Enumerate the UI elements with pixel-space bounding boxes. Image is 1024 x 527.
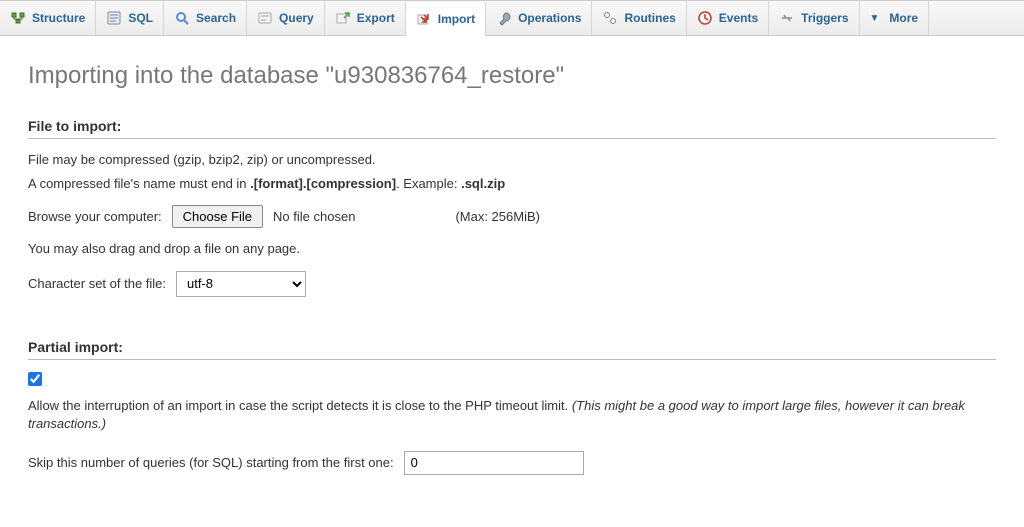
partial-section-title: Partial import:: [28, 339, 996, 360]
import-icon: [416, 11, 432, 27]
tab-events[interactable]: Events: [687, 1, 769, 35]
page-title: Importing into the database "u930836764_…: [28, 62, 996, 90]
tab-operations[interactable]: Operations: [486, 1, 592, 35]
browse-row: Browse your computer: Choose File No fil…: [28, 205, 996, 228]
tab-label: More: [889, 11, 918, 25]
search-icon: [174, 10, 190, 26]
triggers-icon: [779, 10, 795, 26]
charset-select[interactable]: utf-8: [176, 271, 306, 297]
name-note-mid: . Example:: [396, 176, 461, 191]
skip-label: Skip this number of queries (for SQL) st…: [28, 455, 394, 470]
tab-routines[interactable]: Routines: [592, 1, 686, 35]
allow-text-main: Allow the interruption of an import in c…: [28, 398, 572, 413]
tab-import[interactable]: Import: [406, 2, 486, 36]
file-section-title: File to import:: [28, 118, 996, 139]
structure-icon: [10, 10, 26, 26]
tab-label: Import: [438, 12, 475, 26]
tab-more[interactable]: ▼ More: [860, 1, 930, 35]
browse-label: Browse your computer:: [28, 209, 162, 224]
skip-queries-input[interactable]: [404, 451, 584, 475]
routines-icon: [602, 10, 618, 26]
tab-export[interactable]: Export: [325, 1, 406, 35]
tab-query[interactable]: Query: [247, 1, 325, 35]
events-icon: [697, 10, 713, 26]
tab-label: Operations: [518, 11, 581, 25]
tab-search[interactable]: Search: [164, 1, 247, 35]
name-note: A compressed file's name must end in .[f…: [28, 175, 996, 193]
charset-label: Character set of the file:: [28, 276, 166, 291]
tab-label: Query: [279, 11, 314, 25]
name-note-format: .[format].[compression]: [250, 176, 396, 191]
tab-label: Events: [719, 11, 758, 25]
query-icon: [257, 10, 273, 26]
max-size: (Max: 256MiB): [455, 209, 540, 224]
name-note-prefix: A compressed file's name must end in: [28, 176, 250, 191]
main-content: Importing into the database "u930836764_…: [0, 36, 1024, 527]
sql-icon: [106, 10, 122, 26]
allow-interrupt-checkbox[interactable]: [28, 372, 42, 386]
tab-label: Search: [196, 11, 236, 25]
operations-icon: [496, 10, 512, 26]
charset-row: Character set of the file: utf-8: [28, 271, 996, 297]
tab-structure[interactable]: Structure: [0, 1, 96, 35]
top-tabs: Structure SQL Search Query Export Import: [0, 0, 1024, 36]
compress-note: File may be compressed (gzip, bzip2, zip…: [28, 151, 996, 169]
tab-sql[interactable]: SQL: [96, 1, 164, 35]
skip-row: Skip this number of queries (for SQL) st…: [28, 451, 996, 475]
no-file-chosen: No file chosen: [273, 209, 355, 224]
tab-label: Structure: [32, 11, 85, 25]
dragdrop-note: You may also drag and drop a file on any…: [28, 240, 996, 258]
tab-label: Routines: [624, 11, 675, 25]
tab-triggers[interactable]: Triggers: [769, 1, 859, 35]
tab-label: Export: [357, 11, 395, 25]
allow-interrupt-text: Allow the interruption of an import in c…: [28, 397, 996, 433]
name-note-example: .sql.zip: [461, 176, 505, 191]
choose-file-button[interactable]: Choose File: [172, 205, 263, 228]
tab-label: Triggers: [801, 11, 848, 25]
tab-label: SQL: [128, 11, 153, 25]
export-icon: [335, 10, 351, 26]
caret-down-icon: ▼: [870, 13, 880, 24]
